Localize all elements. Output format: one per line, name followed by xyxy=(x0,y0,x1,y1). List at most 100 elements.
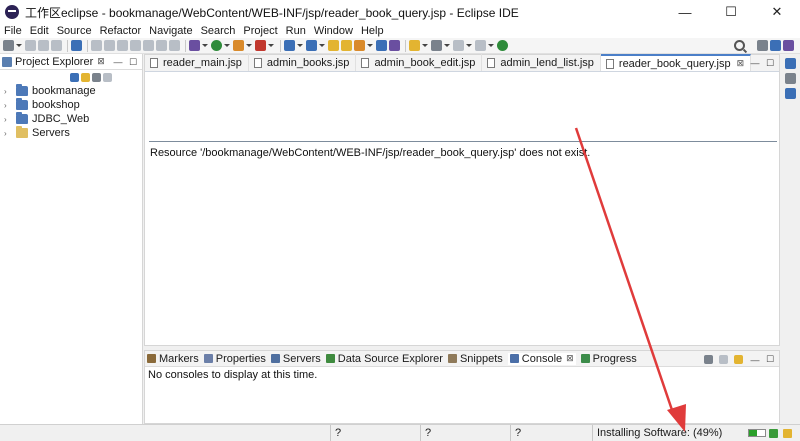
minimize-button[interactable]: — xyxy=(662,0,708,24)
hierarchy-view-icon[interactable] xyxy=(785,88,796,99)
tab-markers[interactable]: Markers xyxy=(147,353,199,365)
open-type-icon[interactable] xyxy=(328,40,339,51)
tab-properties[interactable]: Properties xyxy=(203,353,266,365)
class-dropdown-icon[interactable] xyxy=(319,40,325,51)
back-dropdown-icon[interactable] xyxy=(466,40,472,51)
save-icon[interactable] xyxy=(25,40,36,51)
open-task-icon[interactable] xyxy=(354,40,365,51)
annotation-dropdown-icon[interactable] xyxy=(422,40,428,51)
minimize-view-icon[interactable]: — xyxy=(750,355,760,365)
collapse-all-icon[interactable] xyxy=(70,72,79,82)
tab-progress[interactable]: Progress xyxy=(580,353,637,365)
editor-tab[interactable]: admin_lend_list.jsp xyxy=(482,54,601,71)
menu-file[interactable]: File xyxy=(4,25,22,37)
new-server-icon[interactable] xyxy=(284,40,295,51)
server-dropdown-icon[interactable] xyxy=(297,40,303,51)
display-console-icon[interactable] xyxy=(719,355,728,364)
task-dropdown-icon[interactable] xyxy=(367,40,373,51)
search-icon[interactable] xyxy=(734,40,745,51)
close-icon[interactable]: ⊠ xyxy=(566,353,574,364)
maximize-view-icon[interactable]: ☐ xyxy=(128,57,138,67)
run-icon[interactable] xyxy=(211,40,222,51)
forward-dropdown-icon[interactable] xyxy=(488,40,494,51)
web-browser-icon[interactable] xyxy=(376,40,387,51)
print-icon[interactable] xyxy=(51,40,62,51)
tree-item[interactable]: › JDBC_Web xyxy=(0,112,142,126)
next-annotation-icon[interactable] xyxy=(431,40,442,51)
editor-tab[interactable]: admin_books.jsp xyxy=(249,54,357,71)
menu-help[interactable]: Help xyxy=(361,25,384,37)
editor-body[interactable]: Resource '/bookmanage/WebContent/WEB-INF… xyxy=(145,72,779,345)
maximize-button[interactable]: ☐ xyxy=(708,0,754,24)
install-progress-bar[interactable] xyxy=(748,429,766,437)
debug-dropdown-icon[interactable] xyxy=(202,40,208,51)
step-into-icon[interactable] xyxy=(143,40,154,51)
suspend-icon[interactable] xyxy=(104,40,115,51)
tab-console[interactable]: Console ⊠ xyxy=(507,352,576,365)
search-dialog-icon[interactable] xyxy=(389,40,400,51)
run-dropdown-icon[interactable] xyxy=(224,40,230,51)
tab-data-source-explorer[interactable]: Data Source Explorer xyxy=(325,353,443,365)
step-over-icon[interactable] xyxy=(156,40,167,51)
tips-icon[interactable] xyxy=(783,429,792,438)
menu-run[interactable]: Run xyxy=(286,25,306,37)
editor-tab[interactable]: reader_main.jsp xyxy=(145,54,249,71)
debug-perspective-icon[interactable] xyxy=(783,40,794,51)
chevron-right-icon[interactable]: › xyxy=(4,87,12,96)
tab-snippets[interactable]: Snippets xyxy=(447,353,503,365)
chevron-right-icon[interactable]: › xyxy=(4,101,12,110)
menu-search[interactable]: Search xyxy=(201,25,236,37)
terminal-icon[interactable] xyxy=(71,40,82,51)
save-all-icon[interactable] xyxy=(38,40,49,51)
close-icon[interactable]: ⊠ xyxy=(97,56,105,67)
task-list-icon[interactable] xyxy=(785,73,796,84)
external-tools-dropdown-icon[interactable] xyxy=(268,40,274,51)
tree-item[interactable]: › Servers xyxy=(0,126,142,140)
menu-source[interactable]: Source xyxy=(57,25,92,37)
step-return-icon[interactable] xyxy=(169,40,180,51)
minimize-view-icon[interactable]: — xyxy=(113,57,123,67)
new-icon[interactable] xyxy=(3,40,14,51)
menu-project[interactable]: Project xyxy=(243,25,277,37)
terminate-icon[interactable] xyxy=(117,40,128,51)
link-editor-icon[interactable] xyxy=(81,72,90,82)
maximize-view-icon[interactable]: ☐ xyxy=(765,354,775,365)
minimize-editor-icon[interactable]: — xyxy=(750,58,760,68)
back-icon[interactable] xyxy=(453,40,464,51)
chevron-right-icon[interactable]: › xyxy=(4,115,12,124)
close-button[interactable]: ✕ xyxy=(754,0,800,24)
progress-view-icon[interactable] xyxy=(769,429,778,438)
open-perspective-icon[interactable] xyxy=(757,40,768,51)
coverage-icon[interactable] xyxy=(233,40,244,51)
next-dropdown-icon[interactable] xyxy=(444,40,450,51)
filter-icon[interactable] xyxy=(92,72,101,82)
pin-console-icon[interactable] xyxy=(704,355,713,364)
java-ee-perspective-icon[interactable] xyxy=(770,40,781,51)
external-tools-icon[interactable] xyxy=(255,40,266,51)
tree-item[interactable]: › bookshop xyxy=(0,98,142,112)
tab-servers[interactable]: Servers xyxy=(270,353,321,365)
skip-breakpoints-icon[interactable] xyxy=(189,40,200,51)
new-dropdown-icon[interactable] xyxy=(16,40,22,51)
menu-window[interactable]: Window xyxy=(314,25,353,37)
chevron-right-icon[interactable]: › xyxy=(4,129,12,138)
resume-icon[interactable] xyxy=(91,40,102,51)
new-class-icon[interactable] xyxy=(306,40,317,51)
editor-tab[interactable]: admin_book_edit.jsp xyxy=(356,54,483,71)
menu-navigate[interactable]: Navigate xyxy=(149,25,192,37)
pin-editor-icon[interactable] xyxy=(497,40,508,51)
editor-tab-active[interactable]: reader_book_query.jsp ⊠ xyxy=(600,54,752,71)
tree-item[interactable]: › bookmanage xyxy=(0,84,142,98)
open-console-icon[interactable] xyxy=(734,355,743,364)
open-folder-icon[interactable] xyxy=(341,40,352,51)
outline-view-icon[interactable] xyxy=(785,58,796,69)
annotation-icon[interactable] xyxy=(409,40,420,51)
menu-refactor[interactable]: Refactor xyxy=(100,25,142,37)
view-menu-icon[interactable] xyxy=(103,72,112,82)
close-icon[interactable]: ⊠ xyxy=(737,58,745,69)
installing-status[interactable]: Installing Software: (49%) xyxy=(592,425,722,441)
coverage-dropdown-icon[interactable] xyxy=(246,40,252,51)
menu-edit[interactable]: Edit xyxy=(30,25,49,37)
forward-icon[interactable] xyxy=(475,40,486,51)
maximize-editor-icon[interactable]: ☐ xyxy=(765,58,775,68)
